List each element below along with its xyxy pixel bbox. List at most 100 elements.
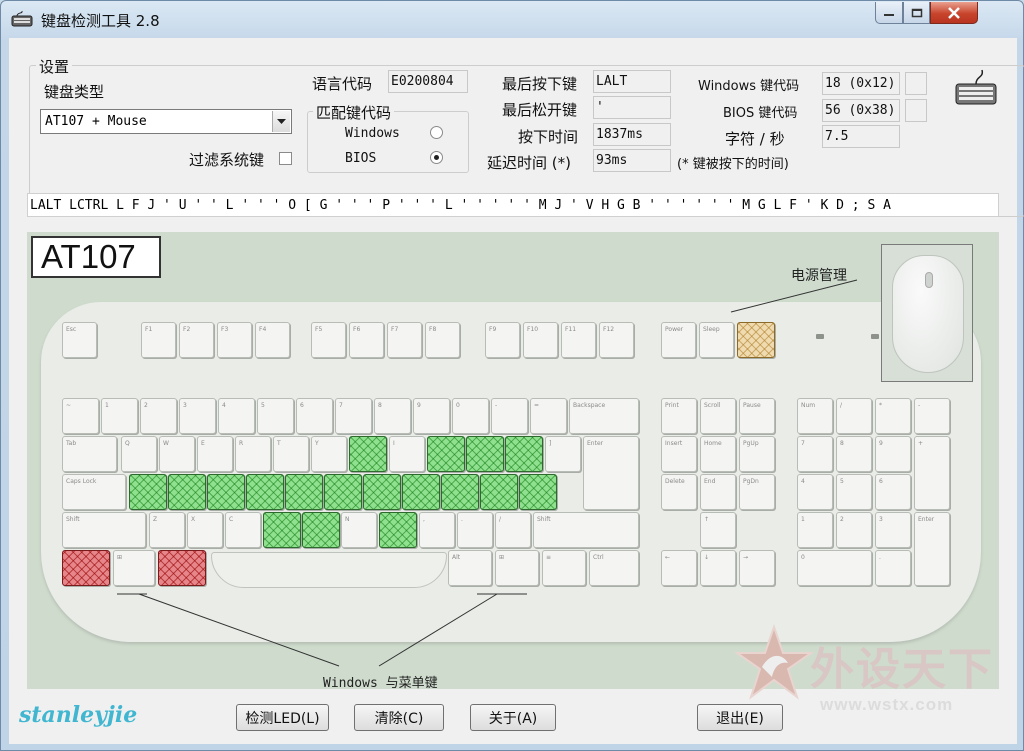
keyboard-app-icon	[11, 10, 33, 27]
close-icon	[948, 6, 960, 19]
keyboard-view: AT107 Esc F1 F2 F3 F4 F5 F6 F7 F8 F9 F10…	[27, 232, 999, 689]
windows-code-label: Windows 键代码	[698, 79, 800, 94]
keyboard-type-value: AT107 + Mouse	[45, 114, 147, 129]
title-bar: 键盘检测工具 2.8	[1, 1, 1023, 37]
maximize-icon	[911, 8, 922, 17]
key-num-6: 6	[875, 474, 911, 510]
key-enter: Enter	[583, 436, 639, 510]
bios-code-extra-field	[905, 99, 927, 122]
key-left-windows: ⊞	[113, 550, 155, 586]
key-o	[427, 436, 465, 472]
key-num-enter: Enter	[914, 512, 950, 586]
key-num-dot: .	[875, 550, 911, 586]
key-num-lock: Num	[797, 398, 833, 434]
key-num-divide: /	[836, 398, 872, 434]
maximize-button[interactable]	[903, 2, 930, 24]
key-right: →	[739, 550, 775, 586]
key-b	[302, 512, 340, 548]
key-num-4: 4	[797, 474, 833, 510]
key-num-8: 8	[836, 436, 872, 472]
match-windows-label: Windows	[345, 126, 400, 141]
key-equals: =	[530, 398, 567, 434]
key-minus: -	[491, 398, 528, 434]
delay-note: (* 键被按下的时间)	[677, 157, 789, 172]
app-window: 键盘检测工具 2.8 设置 键盘类型 AT107 + Mouse 过滤系统键 语…	[0, 0, 1024, 751]
key-page-up: PgUp	[739, 436, 775, 472]
delay-field: 93ms	[593, 149, 671, 172]
key-f6: F6	[349, 322, 384, 358]
key-end: End	[700, 474, 736, 510]
filter-system-keys-checkbox[interactable]	[279, 152, 292, 165]
keyboard-icon	[955, 69, 997, 105]
dropdown-arrow-icon[interactable]	[272, 111, 290, 132]
key-right-shift: Shift	[533, 512, 639, 548]
key-num-2: 2	[836, 512, 872, 548]
windows-keys-pointer	[117, 593, 527, 667]
key-3: 3	[179, 398, 216, 434]
key-7: 7	[335, 398, 372, 434]
key-backtick: ~	[62, 398, 99, 434]
key-g	[285, 474, 323, 510]
author-signature: stanleyjie	[19, 702, 138, 728]
close-button[interactable]	[930, 2, 978, 24]
keyboard-type-label: 键盘类型	[44, 83, 105, 101]
key-slash: /	[495, 512, 531, 548]
match-windows-radio[interactable]	[430, 126, 443, 139]
watermark-url: www.wstx.com	[820, 695, 954, 714]
key-left-bracket	[505, 436, 543, 472]
key-right-alt: Alt	[448, 550, 492, 586]
key-c: C	[225, 512, 261, 548]
key-left-shift: Shift	[62, 512, 146, 548]
key-x: X	[187, 512, 223, 548]
key-z: Z	[149, 512, 185, 548]
key-s	[168, 474, 206, 510]
key-num-5: 5	[836, 474, 872, 510]
key-e: E	[197, 436, 233, 472]
key-page-down: PgDn	[739, 474, 775, 510]
key-f4: F4	[255, 322, 290, 358]
key-f12: F12	[599, 322, 634, 358]
key-f	[246, 474, 284, 510]
key-u	[349, 436, 387, 472]
key-i: I	[389, 436, 425, 472]
clear-button[interactable]: 清除(C)	[354, 704, 444, 731]
key-period: .	[457, 512, 493, 548]
key-f1: F1	[141, 322, 176, 358]
key-quote	[519, 474, 557, 510]
windows-menu-label: Windows 与菜单键	[323, 676, 438, 689]
key-delete: Delete	[661, 474, 697, 510]
key-f3: F3	[217, 322, 252, 358]
bios-code-label: BIOS 键代码	[723, 106, 798, 121]
key-9: 9	[413, 398, 450, 434]
client-area: 设置 键盘类型 AT107 + Mouse 过滤系统键 语言代码 E020080…	[9, 38, 1024, 744]
key-caps-lock: Caps Lock	[62, 474, 126, 510]
key-5: 5	[257, 398, 294, 434]
key-left-ctrl	[62, 550, 110, 586]
keyboard-type-select[interactable]: AT107 + Mouse	[40, 109, 292, 134]
detect-led-button[interactable]: 检测LED(L)	[236, 704, 329, 731]
key-log: LALT LCTRL L F J ' U ' ' L ' ' ' O [ G '…	[27, 193, 999, 217]
mouse-icon	[892, 255, 964, 373]
key-f10: F10	[523, 322, 558, 358]
minimize-button[interactable]	[875, 2, 903, 24]
key-num-minus: -	[914, 398, 950, 434]
lang-code-label: 语言代码	[312, 75, 373, 93]
key-q: Q	[121, 436, 157, 472]
bios-code-field: 56 (0x38)	[822, 99, 900, 122]
last-pressed-field: LALT	[593, 70, 671, 93]
key-6: 6	[296, 398, 333, 434]
key-semicolon	[480, 474, 518, 510]
about-button[interactable]: 关于(A)	[470, 704, 556, 731]
key-num-multiply: *	[875, 398, 911, 434]
key-2: 2	[140, 398, 177, 434]
filter-system-keys-label: 过滤系统键	[189, 151, 265, 169]
key-up: ↑	[700, 512, 736, 548]
key-f7: F7	[387, 322, 422, 358]
key-f9: F9	[485, 322, 520, 358]
keyboard-model-badge: AT107	[31, 236, 161, 278]
match-bios-radio[interactable]	[430, 151, 443, 164]
delay-label: 延迟时间 (*)	[487, 154, 571, 172]
key-left-alt	[158, 550, 206, 586]
key-num-3: 3	[875, 512, 911, 548]
key-n: N	[341, 512, 377, 548]
